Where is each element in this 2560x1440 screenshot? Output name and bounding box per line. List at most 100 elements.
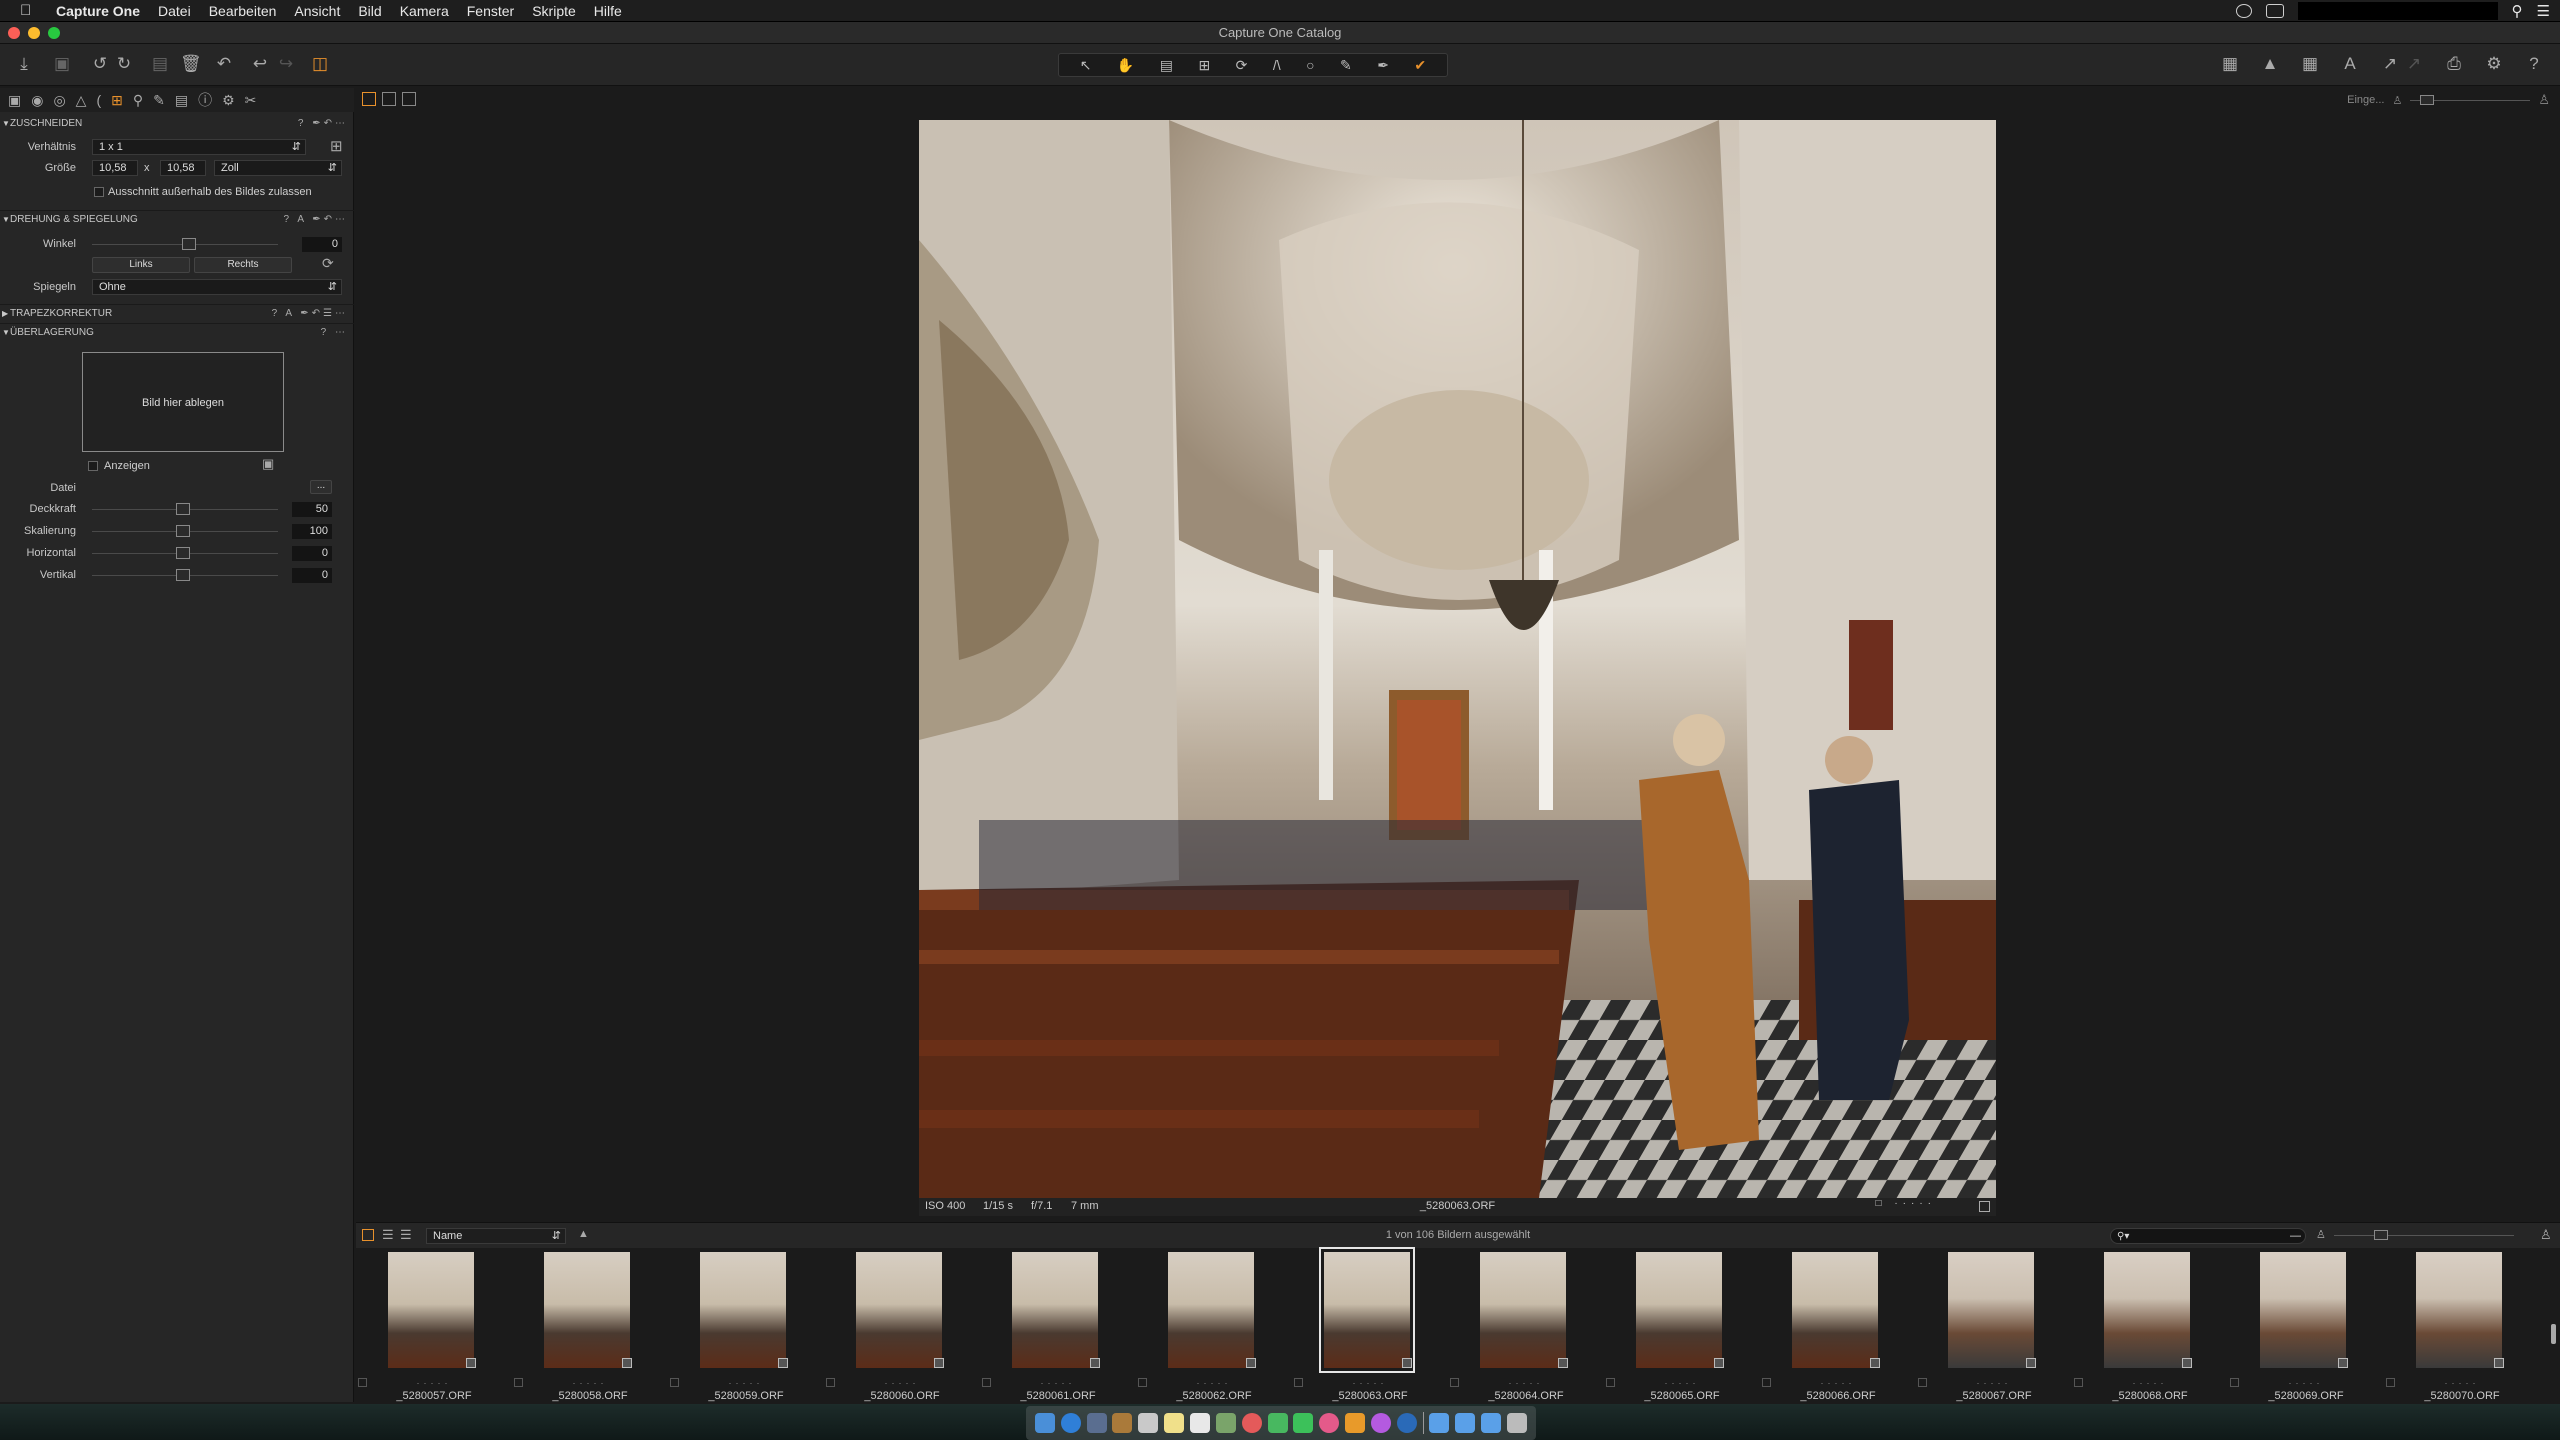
thumbnail-rating-dots[interactable]: ····· bbox=[356, 1378, 512, 1388]
menu-skripte[interactable]: Skripte bbox=[532, 3, 576, 19]
thumbnail-image[interactable] bbox=[2104, 1252, 2190, 1368]
menu-datei[interactable]: Datei bbox=[158, 3, 191, 19]
rotate-left-icon[interactable]: ↺ bbox=[90, 54, 110, 74]
thumbnail-item[interactable]: ····· _5280060.ORF bbox=[824, 1248, 980, 1404]
close-window-button[interactable] bbox=[8, 27, 20, 39]
text-overlay-icon[interactable]: A bbox=[2340, 54, 2360, 74]
rating-dots[interactable]: □ ····· bbox=[1876, 1198, 1936, 1209]
messages-icon[interactable] bbox=[1267, 1413, 1288, 1433]
scale-slider-handle[interactable] bbox=[176, 525, 190, 537]
thumbnail-rating-dots[interactable]: ····· bbox=[980, 1378, 1136, 1388]
import-icon[interactable]: ⤓ bbox=[14, 54, 34, 74]
crop-section-header[interactable]: ▼ ZUSCHNEIDEN ? ✒↶⋯ bbox=[0, 115, 354, 132]
rotate-right-button[interactable]: Rechts bbox=[194, 257, 292, 273]
metadata-tab-icon[interactable]: ▤ bbox=[175, 92, 188, 109]
spotlight-search-icon[interactable]: ⚲ bbox=[2512, 2, 2523, 20]
section-tools-icon[interactable]: ? ⋯ bbox=[321, 324, 348, 341]
undo-icon[interactable]: ↩ bbox=[250, 54, 270, 74]
overlay-image-icon[interactable]: ▣ bbox=[262, 456, 274, 472]
proof-icon[interactable]: ↗ bbox=[2380, 54, 2400, 74]
redo-icon[interactable]: ↪ bbox=[276, 54, 296, 74]
rotate-tool-icon[interactable]: ⟳ bbox=[1236, 57, 1248, 74]
thumbnail-image[interactable] bbox=[1792, 1252, 1878, 1368]
exposure-warning-icon[interactable]: ▲ bbox=[2260, 54, 2280, 74]
thumbnail-item[interactable]: ····· _5280063.ORF bbox=[1292, 1247, 1448, 1404]
brush-tool-icon[interactable]: ✎ bbox=[1340, 57, 1352, 74]
settings-gear-icon[interactable]: ⚙ bbox=[2484, 54, 2504, 74]
display-icon[interactable] bbox=[2265, 4, 2284, 18]
applications-folder-icon[interactable] bbox=[1481, 1413, 1502, 1433]
thumbnail-image[interactable] bbox=[388, 1252, 474, 1368]
capture-tab-icon[interactable]: ◉ bbox=[31, 92, 43, 109]
layout-grid-icon[interactable]: ▦ bbox=[2220, 54, 2240, 74]
search-field[interactable]: ⚲▾ — bbox=[2110, 1228, 2306, 1244]
rotate-right-icon[interactable]: ↻ bbox=[114, 54, 134, 74]
thumbnail-rating-dots[interactable]: ····· bbox=[2072, 1378, 2228, 1388]
contacts-icon[interactable] bbox=[1112, 1413, 1133, 1433]
thumbnail-image[interactable] bbox=[2416, 1252, 2502, 1368]
scale-value[interactable]: 100 bbox=[292, 524, 332, 539]
output-tab-icon[interactable]: ⚙ bbox=[222, 92, 235, 109]
main-photo[interactable] bbox=[919, 120, 1996, 1198]
library-tab-icon[interactable]: ▣ bbox=[8, 92, 21, 109]
exposure-tab-icon[interactable]: △ bbox=[76, 92, 87, 109]
pan-tool-icon[interactable]: ✋ bbox=[1117, 57, 1134, 74]
loupe-tool-icon[interactable]: ▤ bbox=[1160, 57, 1173, 74]
opacity-slider-handle[interactable] bbox=[176, 503, 190, 515]
thumbnail-item[interactable]: ····· _5280059.ORF bbox=[668, 1248, 824, 1404]
ratio-select[interactable]: 1 x 1 ⇵ bbox=[92, 139, 306, 155]
clear-search-icon[interactable]: — bbox=[2290, 1229, 2301, 1243]
ibooks-icon[interactable] bbox=[1345, 1413, 1366, 1433]
minimize-window-button[interactable] bbox=[28, 27, 40, 39]
straighten-icon[interactable]: ⟳ bbox=[322, 255, 334, 272]
lens-tab-icon[interactable]: ( bbox=[96, 92, 101, 108]
rotation-section-header[interactable]: ▼ DREHUNG & SPIEGELUNG ? A ✒↶⋯ bbox=[0, 210, 354, 227]
thumb-size-slider[interactable] bbox=[2334, 1230, 2514, 1240]
section-tools-icon[interactable]: ? A ✒↶⋯ bbox=[284, 211, 348, 228]
proof2-icon[interactable]: ↗ bbox=[2404, 54, 2424, 74]
local-adjust-tab-icon[interactable]: ✎ bbox=[153, 92, 165, 109]
reset-icon[interactable]: ↶ bbox=[214, 54, 234, 74]
notification-center-icon[interactable]: ☰ bbox=[2537, 2, 2550, 20]
thumbnail-item[interactable]: ····· _5280064.ORF bbox=[1448, 1248, 1604, 1404]
thumbnail-item[interactable]: ····· _5280058.ORF bbox=[512, 1248, 668, 1404]
thumbnail-item[interactable]: ····· _5280070.ORF bbox=[2384, 1248, 2540, 1404]
grid-view-button[interactable] bbox=[362, 92, 376, 106]
disclosure-open-icon[interactable]: ▼ bbox=[2, 115, 10, 132]
thumbnail-rating-dots[interactable]: ····· bbox=[1292, 1378, 1448, 1388]
reminders-icon[interactable] bbox=[1189, 1413, 1210, 1433]
color-tab-icon[interactable]: ◎ bbox=[53, 92, 65, 109]
angle-slider-handle[interactable] bbox=[182, 238, 196, 250]
thumbnail-image[interactable] bbox=[700, 1252, 786, 1368]
copy-adjustments-icon[interactable]: ◫ bbox=[310, 54, 330, 74]
color-tag-icon[interactable] bbox=[1979, 1201, 1990, 1212]
thumbnail-rating-dots[interactable]: ····· bbox=[1604, 1378, 1760, 1388]
thumbnail-item[interactable]: ····· _5280069.ORF bbox=[2228, 1248, 2384, 1404]
overlay-drop-zone[interactable]: Bild hier ablegen bbox=[82, 352, 284, 452]
vertical-value[interactable]: 0 bbox=[292, 568, 332, 583]
copy-apply-tool-icon[interactable]: ✔ bbox=[1414, 57, 1426, 74]
zoom-window-button[interactable] bbox=[48, 27, 60, 39]
thumbnail-rating-dots[interactable]: ····· bbox=[512, 1378, 668, 1388]
thumbnail-rating-dots[interactable]: ····· bbox=[1760, 1378, 1916, 1388]
thumbnail-image[interactable] bbox=[1636, 1252, 1722, 1368]
vertical-slider-handle[interactable] bbox=[176, 569, 190, 581]
picker-tool-icon[interactable]: ✒ bbox=[1377, 57, 1389, 74]
opacity-value[interactable]: 50 bbox=[292, 502, 332, 517]
help-icon[interactable]: ? bbox=[2524, 54, 2544, 74]
disclosure-open-icon[interactable]: ▼ bbox=[2, 324, 10, 341]
safari-icon[interactable] bbox=[1060, 1413, 1081, 1433]
itunes-icon[interactable] bbox=[1319, 1413, 1340, 1433]
thumbnail-image[interactable] bbox=[1948, 1252, 2034, 1368]
section-tools-icon[interactable]: ? ✒↶⋯ bbox=[298, 115, 348, 132]
podcasts-icon[interactable] bbox=[1370, 1413, 1391, 1433]
unit-select[interactable]: Zoll ⇵ bbox=[214, 160, 342, 176]
thumbnail-rating-dots[interactable]: ····· bbox=[668, 1378, 824, 1388]
menu-bearbeiten[interactable]: Bearbeiten bbox=[209, 3, 277, 19]
details-tab-icon[interactable]: ⚲ bbox=[133, 92, 143, 109]
info-tab-icon[interactable]: ⓘ bbox=[198, 90, 212, 110]
thumbnail-image[interactable] bbox=[2260, 1252, 2346, 1368]
calendar-icon[interactable] bbox=[1138, 1413, 1159, 1433]
menu-bild[interactable]: Bild bbox=[358, 3, 381, 19]
batch-tab-icon[interactable]: ✂ bbox=[245, 92, 257, 109]
